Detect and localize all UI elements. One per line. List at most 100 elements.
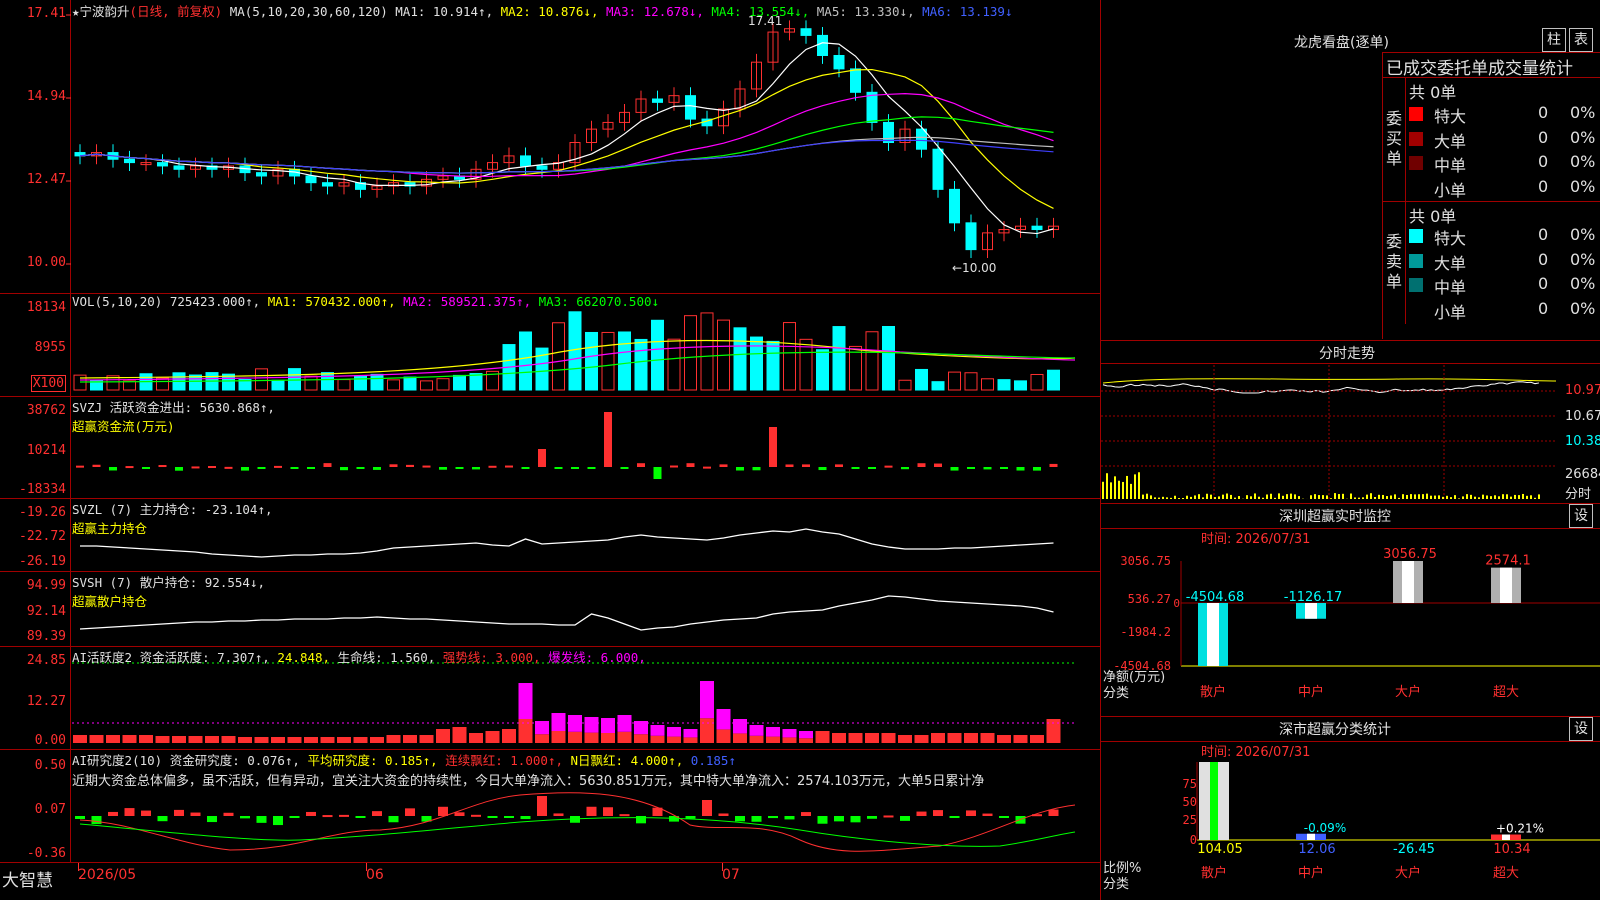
candle-body bbox=[685, 95, 696, 120]
candle-body bbox=[157, 162, 168, 167]
activity-bar bbox=[452, 727, 467, 743]
research-bar bbox=[322, 815, 333, 818]
intraday-chart[interactable] bbox=[1101, 341, 1600, 503]
activity-bar bbox=[964, 733, 978, 743]
volume-bar bbox=[700, 312, 714, 391]
star-icon[interactable]: ★ bbox=[72, 4, 80, 19]
volume-bar bbox=[832, 326, 846, 391]
research-bar bbox=[636, 816, 646, 824]
sz-class-tick: 75 bbox=[1183, 777, 1197, 791]
candle-body bbox=[866, 91, 878, 123]
sz-monitor-chart[interactable]: 3056.75536.27-1984.2-4504.680 -4504.68散户-… bbox=[1101, 504, 1600, 716]
high-mark: 17.41 bbox=[748, 14, 783, 28]
flow-bar bbox=[323, 463, 332, 467]
color-swatch bbox=[1409, 131, 1423, 146]
date-label: 2026/05 bbox=[78, 867, 137, 883]
research-bar bbox=[75, 816, 85, 819]
candle-body bbox=[173, 165, 185, 170]
intraday-panel[interactable]: 分时走势 10.97 10.67 10.38 26684 分时 bbox=[1101, 341, 1600, 503]
sz-class-panel[interactable]: 深市超赢分类统计 设 时间: 2026/07/31 75 50 25 0 104.05 散… bbox=[1101, 717, 1600, 900]
ai1-d: 强势线: 3.000, bbox=[442, 650, 541, 665]
activity-bar-top bbox=[733, 719, 747, 734]
monitor-category: 超大 bbox=[1493, 685, 1519, 700]
lhb-row-name: 特大 bbox=[1434, 229, 1467, 248]
candle-body bbox=[305, 175, 317, 184]
lhb-title: 龙虎看盘(逐单) bbox=[1294, 35, 1389, 51]
kline-panel[interactable]: 17.41 14.94 12.47 10.00 ★宁波韵升(日线, 前复权) M… bbox=[0, 0, 1100, 294]
candle-body bbox=[833, 54, 845, 70]
flow-bar bbox=[406, 464, 414, 467]
research-bar bbox=[718, 813, 729, 816]
volume-bar bbox=[1014, 380, 1027, 391]
flow-bar bbox=[505, 465, 513, 468]
activity-bar bbox=[370, 737, 384, 743]
date-label: 06 bbox=[366, 867, 384, 883]
volume-bar bbox=[271, 379, 285, 391]
lhb-row-value: 0 bbox=[1538, 249, 1549, 269]
flow-bar bbox=[538, 449, 546, 467]
lhb-row-pct: 0% bbox=[1570, 176, 1596, 196]
flow-bar bbox=[604, 412, 612, 467]
lhb-row-value: 0 bbox=[1538, 274, 1549, 293]
flow-bar bbox=[274, 465, 282, 468]
volume-bar bbox=[981, 378, 994, 391]
flow-bar bbox=[191, 466, 200, 469]
vol-ma1: MA1: 570432.000↑, bbox=[267, 294, 396, 309]
sell-label: 委卖单 bbox=[1386, 232, 1403, 291]
candle-body bbox=[652, 98, 663, 103]
lhb-row-pct: 0% bbox=[1570, 225, 1596, 244]
activity-bar bbox=[865, 733, 879, 743]
activity-bar bbox=[584, 732, 599, 743]
lhb-row: 中单 0 0% bbox=[1406, 152, 1600, 175]
volume-bar bbox=[1047, 369, 1060, 391]
svsh-panel[interactable]: 94.99 92.14 89.39 SVSH (7) 散户持仓: 92.554↓… bbox=[0, 572, 1100, 647]
activity-bar bbox=[898, 735, 912, 743]
flow-bar bbox=[950, 467, 959, 471]
lhb-panel[interactable]: 龙虎看盘(逐单) 柱 表 已成交委托单成交量统计 委买单 委卖单 共 0单 共 … bbox=[1101, 0, 1600, 340]
volume-bar bbox=[865, 331, 879, 391]
activity-bar bbox=[353, 737, 368, 743]
svzl-panel[interactable]: -19.26 -22.72 -26.19 SVZL (7) 主力持仓: -23.… bbox=[0, 499, 1100, 572]
bar-view-button[interactable]: 柱 bbox=[1542, 28, 1566, 52]
volume-chart[interactable] bbox=[0, 294, 1100, 396]
volume-panel[interactable]: 18134 8955 X100 VOL(5,10,20) 725423.000↑… bbox=[0, 294, 1100, 397]
research-bar bbox=[207, 816, 217, 823]
volume-bar bbox=[766, 340, 780, 391]
kline-chart[interactable] bbox=[0, 0, 1100, 293]
activity-bar bbox=[271, 737, 285, 743]
flow-bar bbox=[208, 466, 216, 469]
chart-area[interactable]: 17.41 14.94 12.47 10.00 ★宁波韵升(日线, 前复权) M… bbox=[0, 0, 1100, 900]
stock-name[interactable]: 宁波韵升 bbox=[80, 4, 130, 19]
brand-logo[interactable]: 大智慧 bbox=[2, 866, 53, 891]
flow-bar bbox=[868, 467, 876, 469]
volume-bar bbox=[634, 338, 648, 391]
ai1-e: 爆发线: 6.000, bbox=[548, 650, 646, 665]
research-bar bbox=[124, 808, 135, 816]
sz-monitor-panel[interactable]: 深圳超赢实时监控 设 时间: 2026/07/31 3056.75 536.27-… bbox=[1101, 504, 1600, 716]
table-view-button[interactable]: 表 bbox=[1569, 28, 1593, 52]
flow-bar bbox=[224, 466, 233, 469]
research-bar bbox=[867, 816, 877, 819]
activity-bar bbox=[766, 736, 780, 743]
volume-bar bbox=[667, 338, 681, 391]
volume-bar bbox=[684, 315, 697, 391]
candle-body bbox=[932, 148, 944, 190]
activity-bar bbox=[320, 737, 335, 743]
right-sidebar[interactable]: 龙虎看盘(逐单) 柱 表 已成交委托单成交量统计 委买单 委卖单 共 0单 共 … bbox=[1100, 0, 1600, 900]
vol-params: VOL(5,10,20) bbox=[72, 294, 163, 309]
activity-bar bbox=[419, 735, 434, 743]
ma2-line bbox=[79, 68, 1054, 209]
ai-activity-panel[interactable]: 24.85 12.27 0.00 AI活跃度2 资金活跃度: 7.307↑, 2… bbox=[0, 647, 1100, 750]
activity-bar-top bbox=[650, 725, 665, 736]
ai-research-panel[interactable]: 0.50 0.07 -0.36 AI研究度2(10) 资金研究度: 0.076↑… bbox=[0, 750, 1100, 863]
intraday-vol: 26684 bbox=[1565, 467, 1600, 482]
svzj-panel[interactable]: 38762 10214 -18334 SVZJ 活跃资金进出: 5630.868… bbox=[0, 397, 1100, 499]
flow-bar bbox=[1033, 467, 1041, 471]
activity-bar bbox=[73, 735, 87, 743]
research-bar bbox=[108, 811, 118, 816]
period-label[interactable]: (日线, 前复权) bbox=[130, 4, 223, 19]
research-bar bbox=[372, 811, 382, 816]
sz-class-chart[interactable]: 75 50 25 0104.05 散户 -0.09% 12.06 中户 -26.45 大户 +0.2… bbox=[1101, 717, 1600, 900]
ma3-line bbox=[79, 93, 1054, 178]
volume-bar bbox=[387, 379, 400, 391]
